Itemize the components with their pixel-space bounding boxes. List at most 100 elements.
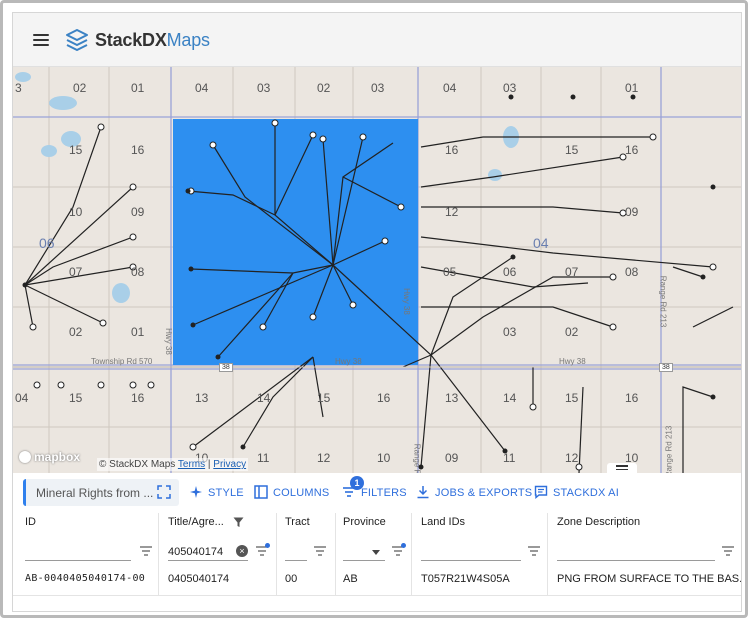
chat-icon: [534, 485, 548, 499]
filters-label: FILTERS: [361, 487, 407, 499]
section-label: 08: [625, 265, 639, 279]
section-label: 07: [565, 265, 579, 279]
road-label: Hwy 38: [335, 357, 362, 366]
style-button[interactable]: STYLE: [189, 485, 244, 499]
selected-land-area[interactable]: [173, 119, 418, 365]
section-label: 02: [565, 325, 579, 339]
layer-selector[interactable]: Mineral Rights from ...: [23, 479, 179, 506]
section-label: 09: [131, 205, 145, 219]
section-label: 10: [69, 205, 83, 219]
column-header-zone[interactable]: Zone Description: [557, 516, 640, 528]
section-label: 11: [503, 451, 516, 465]
filter-active-dot: [265, 543, 270, 548]
road-label: Range Rd 213: [658, 275, 668, 328]
chevron-down-icon[interactable]: [372, 550, 380, 555]
road-label: Range Rd 213: [664, 425, 674, 473]
privacy-link[interactable]: Privacy: [213, 459, 246, 470]
land-ids-filter-input[interactable]: [421, 560, 521, 561]
section-label: 10: [377, 451, 391, 465]
section-label: 03: [371, 81, 385, 95]
attribution-text: © StackDX Maps: [99, 459, 176, 470]
road-label: Township Rd 570: [91, 357, 153, 366]
stackdx-ai-button[interactable]: STACKDX AI: [534, 485, 619, 499]
sparkle-icon: [190, 486, 202, 498]
section-label: 04: [195, 81, 209, 95]
cell-tract[interactable]: 00: [285, 573, 297, 585]
filter-icon[interactable]: [722, 546, 734, 556]
tract-filter-input[interactable]: [285, 560, 307, 561]
row-divider: [13, 595, 741, 596]
township-label: 04: [533, 235, 549, 251]
column-header-province[interactable]: Province: [343, 516, 386, 528]
jobs-exports-button[interactable]: JOBS & EXPORTS: [416, 485, 532, 499]
province-filter-select[interactable]: [343, 560, 385, 561]
section-label: 01: [625, 81, 639, 95]
section-label: 09: [625, 205, 639, 219]
section-label: 15: [565, 143, 579, 157]
section-label: 01: [131, 325, 145, 339]
highway-shield: 38: [219, 363, 233, 372]
filter-active-dot: [401, 543, 406, 548]
attribution-separator: |: [207, 459, 211, 470]
hamburger-icon[interactable]: [33, 34, 49, 46]
cell-title[interactable]: 0405040174: [168, 573, 229, 585]
expand-icon[interactable]: [157, 485, 171, 499]
highway-shield: 38: [659, 363, 673, 372]
column-divider[interactable]: [411, 513, 412, 596]
section-label: 16: [625, 143, 639, 157]
section-label: 02: [69, 325, 83, 339]
brand-name: StackDX: [95, 30, 167, 50]
title-filter-input[interactable]: 405040174: [168, 546, 223, 558]
section-label: 12: [317, 451, 331, 465]
section-label: 08: [131, 265, 145, 279]
filter-icon[interactable]: [528, 546, 540, 556]
columns-label: COLUMNS: [273, 487, 330, 499]
jobs-exports-label: JOBS & EXPORTS: [435, 487, 533, 499]
section-label: 03: [257, 81, 271, 95]
app-header: StackDXMaps: [13, 13, 741, 67]
section-label: 15: [317, 391, 331, 405]
download-icon: [417, 486, 429, 499]
cell-land-ids[interactable]: T057R21W4S05A: [421, 573, 510, 585]
funnel-icon[interactable]: [233, 517, 244, 528]
road-label: Range R: [412, 443, 422, 473]
column-divider[interactable]: [158, 513, 159, 596]
section-label: 12: [445, 205, 459, 219]
cell-zone[interactable]: PNG FROM SURFACE TO THE BAS...: [557, 573, 741, 585]
column-divider[interactable]: [547, 513, 548, 596]
filters-count-badge: 1: [350, 476, 364, 490]
layer-selector-text: Mineral Rights from ...: [36, 486, 154, 500]
clear-filter-icon[interactable]: ×: [236, 545, 248, 557]
app-logo-text[interactable]: StackDXMaps: [95, 30, 210, 51]
column-divider[interactable]: [276, 513, 277, 596]
mapbox-label: mapbox: [34, 450, 81, 464]
zone-filter-input[interactable]: [557, 560, 715, 561]
brand-accent: Maps: [166, 30, 210, 50]
road-label: Hwy 38: [163, 328, 173, 355]
section-label: 15: [69, 391, 83, 405]
panel-resize-handle[interactable]: [607, 463, 637, 473]
section-label: 13: [195, 391, 209, 405]
terms-link[interactable]: Terms: [178, 459, 205, 470]
column-divider[interactable]: [335, 513, 336, 596]
filter-icon[interactable]: [314, 546, 326, 556]
cell-id[interactable]: AB-0040405040174-00: [25, 573, 145, 584]
column-header-tract[interactable]: Tract: [285, 516, 310, 528]
section-label: 03: [503, 325, 517, 339]
section-label: 02: [317, 81, 331, 95]
section-label: 16: [131, 143, 145, 157]
road-label: Hwy 38: [401, 288, 411, 315]
column-header-land-ids[interactable]: Land IDs: [421, 516, 465, 528]
mapbox-logo[interactable]: mapbox: [19, 450, 80, 464]
cell-province[interactable]: AB: [343, 573, 358, 585]
title-filter-underline: [168, 560, 248, 561]
map-canvas[interactable]: 3 02 01 04 03 02 03 04 03 01 16 15 16 15…: [13, 67, 741, 473]
column-header-id[interactable]: ID: [25, 516, 36, 528]
columns-button[interactable]: COLUMNS: [254, 485, 329, 499]
app-window: StackDXMaps 3 02 01 04 03 02 03 04 03 01…: [13, 13, 741, 611]
section-label: 06: [503, 265, 517, 279]
columns-icon: [254, 485, 268, 499]
id-filter-input[interactable]: [25, 560, 131, 561]
filter-icon[interactable]: [140, 546, 152, 556]
column-header-title[interactable]: Title/Agre...: [168, 516, 224, 528]
